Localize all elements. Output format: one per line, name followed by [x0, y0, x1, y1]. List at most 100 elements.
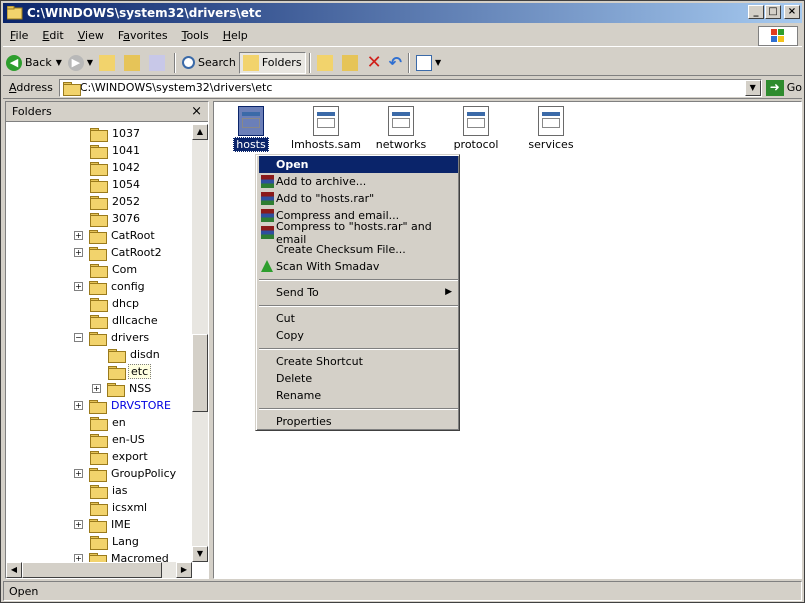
title-bar[interactable]: C:\WINDOWS\system32\drivers\etc _ □ × [3, 3, 802, 23]
expand-icon[interactable]: + [92, 384, 101, 393]
tree-item-en-us[interactable]: en-US [90, 431, 147, 448]
context-item-scan-with-smadav[interactable]: Scan With Smadav [259, 258, 458, 275]
menu-favorites[interactable]: Favorites [111, 29, 175, 42]
tree-item-2052[interactable]: 2052 [90, 193, 142, 210]
tree-item-etc[interactable]: etc [108, 363, 152, 380]
tree-item-catroot2[interactable]: + CatRoot2 [74, 244, 164, 261]
address-dropdown-button[interactable]: ▼ [744, 79, 761, 96]
up-button[interactable] [96, 52, 121, 74]
tree-item-export[interactable]: export [90, 448, 150, 465]
tree-item-label: 2052 [112, 195, 140, 208]
status-bar: Open [3, 581, 802, 601]
file-services[interactable]: services [516, 106, 586, 151]
scroll-right-button[interactable]: ▶ [176, 562, 192, 578]
tree-item-label: 1037 [112, 127, 140, 140]
context-item-create-shortcut[interactable]: Create Shortcut [259, 353, 458, 370]
context-item-properties[interactable]: Properties [259, 413, 458, 430]
explorer-window: C:\WINDOWS\system32\drivers\etc _ □ × Fi… [0, 0, 805, 603]
tree-item-ias[interactable]: ias [90, 482, 130, 499]
close-button[interactable]: × [784, 5, 800, 19]
tree-item-nss[interactable]: + NSS [92, 380, 153, 397]
folder-tree-horizontal-scrollbar[interactable]: ◀ ▶ [6, 562, 192, 578]
context-item-delete[interactable]: Delete [259, 370, 458, 387]
tree-item-label: IME [111, 518, 131, 531]
menu-tools[interactable]: Tools [175, 29, 216, 42]
go-arrow-icon: ➜ [765, 79, 784, 96]
expand-icon[interactable]: + [74, 248, 83, 257]
tree-item-1042[interactable]: 1042 [90, 159, 142, 176]
address-input[interactable]: C:\WINDOWS\system32\drivers\etc ▼ [58, 78, 762, 97]
file-lmhosts-sam[interactable]: lmhosts.sam [291, 106, 361, 151]
tree-item-3076[interactable]: 3076 [90, 210, 142, 227]
expand-icon[interactable]: + [74, 469, 83, 478]
tree-item-dhcp[interactable]: dhcp [90, 295, 141, 312]
tree-item-drvstore[interactable]: + DRVSTORE [74, 397, 173, 414]
tree-item-en[interactable]: en [90, 414, 128, 431]
scroll-thumb[interactable] [192, 334, 208, 412]
tree-item-label: CatRoot2 [111, 246, 162, 259]
search-button[interactable]: Search [179, 52, 239, 74]
folders-button[interactable]: Folders [238, 51, 306, 74]
file-protocol[interactable]: protocol [441, 106, 511, 151]
scroll-down-button[interactable]: ▼ [192, 546, 208, 562]
tree-item-1041[interactable]: 1041 [90, 142, 142, 159]
close-pane-button[interactable]: × [191, 104, 202, 119]
scroll-up-button[interactable]: ▲ [192, 124, 208, 140]
menu-help[interactable]: Help [216, 29, 255, 42]
expand-icon[interactable]: + [74, 520, 83, 529]
winrar-icon [261, 209, 274, 222]
menu-separator [259, 348, 458, 350]
context-item-compress-to-hosts-rar-and-email[interactable]: Compress to "hosts.rar" and email [259, 220, 458, 246]
forward-button[interactable]: ▶ ▼ [65, 52, 96, 74]
context-item-add-to-hosts-rar[interactable]: Add to "hosts.rar" [259, 190, 458, 207]
back-button[interactable]: ◀ Back ▼ [3, 52, 65, 74]
menu-file[interactable]: File [3, 29, 35, 42]
delete-x-icon: ✕ [366, 52, 382, 73]
new-folder-button[interactable] [121, 52, 146, 74]
go-button[interactable]: ➜ Go [765, 79, 802, 96]
folders-pane-title: Folders [12, 105, 52, 118]
tree-item-ime[interactable]: + IME [74, 516, 133, 533]
context-item-cut[interactable]: Cut [259, 310, 458, 327]
folder-icon [90, 450, 108, 465]
undo-button[interactable]: ↶ [386, 52, 405, 74]
folder-icon [89, 229, 107, 244]
tree-item-icsxml[interactable]: icsxml [90, 499, 149, 516]
menu-edit[interactable]: Edit [35, 29, 70, 42]
tree-item-disdn[interactable]: disdn [108, 346, 162, 363]
folder-tree-vertical-scrollbar[interactable]: ▲ ▼ [192, 124, 208, 562]
scroll-left-button[interactable]: ◀ [6, 562, 22, 578]
tree-item-com[interactable]: Com [90, 261, 139, 278]
context-item-rename[interactable]: Rename [259, 387, 458, 404]
file-name: protocol [453, 138, 499, 151]
tree-item-drivers[interactable]: − drivers [74, 329, 151, 346]
file-networks[interactable]: networks [366, 106, 436, 151]
tree-item-lang[interactable]: Lang [90, 533, 141, 550]
minimize-button[interactable]: _ [748, 5, 764, 19]
scroll-thumb-horizontal[interactable] [22, 562, 162, 578]
context-item-open[interactable]: Open [259, 156, 458, 173]
collapse-icon[interactable]: − [74, 333, 83, 342]
delete-folder-button[interactable] [146, 52, 171, 74]
tree-item-dllcache[interactable]: dllcache [90, 312, 160, 329]
tree-item-grouppolicy[interactable]: + GroupPolicy [74, 465, 178, 482]
expand-icon[interactable]: + [74, 282, 83, 291]
expand-icon[interactable]: + [74, 401, 83, 410]
context-item-send-to[interactable]: Send To ▶ [259, 284, 458, 301]
delete-button[interactable]: ✕ [364, 52, 386, 74]
views-button[interactable]: ▼ [413, 52, 444, 74]
context-item-add-to-archive[interactable]: Add to archive... [259, 173, 458, 190]
tree-item-config[interactable]: + config [74, 278, 147, 295]
menu-view[interactable]: View [71, 29, 111, 42]
context-item-create-checksum-file[interactable]: Create Checksum File... [259, 241, 458, 258]
maximize-button[interactable]: □ [765, 5, 781, 19]
expand-icon[interactable]: + [74, 231, 83, 240]
folder-icon [89, 518, 107, 533]
tree-item-1054[interactable]: 1054 [90, 176, 142, 193]
copy-to-button[interactable] [339, 52, 364, 74]
context-item-copy[interactable]: Copy [259, 327, 458, 344]
tree-item-catroot[interactable]: + CatRoot [74, 227, 157, 244]
file-hosts[interactable]: hosts [216, 106, 286, 152]
tree-item-1037[interactable]: 1037 [90, 125, 142, 142]
move-to-button[interactable] [314, 52, 339, 74]
